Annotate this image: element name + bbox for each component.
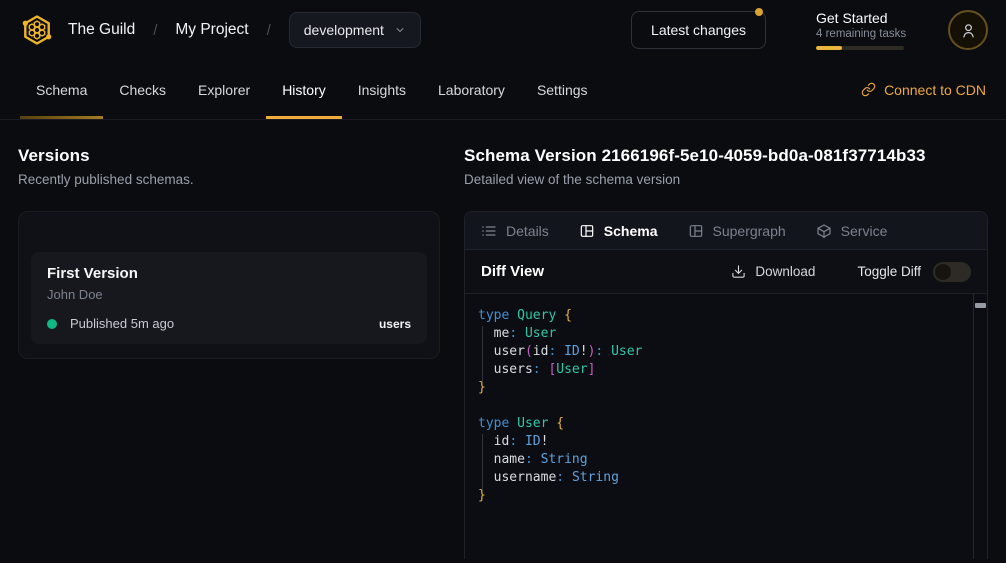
nav-tab-history[interactable]: History (266, 60, 342, 119)
schema-code-viewer[interactable]: type Query { me: User user(id: ID!): Use… (465, 294, 987, 559)
detail-tab-details[interactable]: Details (481, 223, 549, 239)
nav-tab-insights[interactable]: Insights (342, 60, 422, 119)
diff-view-header: Diff View Download Toggle Diff (465, 250, 987, 294)
breadcrumb-separator: / (267, 22, 271, 39)
toggle-diff-label: Toggle Diff (857, 264, 921, 279)
version-detail-panel: Details Schema Supergraph (464, 211, 988, 559)
detail-tab-service[interactable]: Service (816, 223, 888, 239)
version-author: John Doe (47, 287, 411, 302)
breadcrumb-org[interactable]: The Guild (68, 21, 135, 39)
progress-fill (816, 46, 842, 50)
diff-view-title: Diff View (481, 263, 544, 280)
download-button[interactable]: Download (731, 264, 815, 279)
versions-title: Versions (18, 146, 440, 166)
target-selector[interactable]: development (289, 12, 421, 48)
switch-knob (935, 264, 951, 280)
logo-icon[interactable] (20, 13, 54, 47)
nav-tab-explorer[interactable]: Explorer (182, 60, 266, 119)
diff-view-actions: Download Toggle Diff (731, 262, 971, 282)
main-nav: Schema Checks Explorer History Insights … (0, 60, 1006, 120)
download-label: Download (755, 264, 815, 279)
toggle-diff-switch[interactable] (933, 262, 971, 282)
version-status: Published 5m ago (70, 316, 174, 331)
versions-section: Versions Recently published schemas. Fir… (0, 120, 464, 563)
detail-tabs: Details Schema Supergraph (465, 212, 987, 250)
indent-guide (482, 434, 483, 490)
link-icon (861, 82, 876, 97)
detail-tab-schema[interactable]: Schema (579, 223, 658, 239)
nav-tab-checks[interactable]: Checks (103, 60, 182, 119)
versions-subtitle: Recently published schemas. (18, 172, 440, 187)
version-meta: Published 5m ago users (47, 316, 411, 331)
code-scrollbar[interactable] (973, 294, 987, 559)
indent-guide (482, 326, 483, 382)
latest-changes-button[interactable]: Latest changes (631, 11, 766, 49)
target-selector-value: development (304, 22, 384, 38)
list-icon (481, 223, 497, 239)
get-started-widget[interactable]: Get Started 4 remaining tasks (816, 10, 904, 50)
scrollbar-thumb[interactable] (975, 303, 986, 308)
columns-icon (688, 223, 704, 239)
user-menu-button[interactable] (948, 10, 988, 50)
nav-tab-laboratory[interactable]: Laboratory (422, 60, 521, 119)
code-lines: type Query { me: User user(id: ID!): Use… (478, 307, 973, 505)
version-list-item[interactable]: First Version John Doe Published 5m ago … (31, 252, 427, 344)
box-icon (816, 223, 832, 239)
get-started-title: Get Started (816, 10, 904, 26)
main-content: Versions Recently published schemas. Fir… (0, 120, 1006, 563)
get-started-progress (816, 46, 904, 50)
user-icon (960, 22, 977, 39)
connect-to-cdn-link[interactable]: Connect to CDN (861, 60, 986, 119)
detail-tab-supergraph[interactable]: Supergraph (688, 223, 786, 239)
get-started-subtitle: 4 remaining tasks (816, 28, 904, 40)
versions-list: First Version John Doe Published 5m ago … (18, 211, 440, 359)
breadcrumb: The Guild / My Project / development (68, 12, 421, 48)
version-detail-title: Schema Version 2166196f-5e10-4059-bd0a-0… (464, 146, 988, 166)
download-icon (731, 264, 746, 279)
published-dot-icon (47, 319, 57, 329)
columns-icon (579, 223, 595, 239)
nav-tabs: Schema Checks Explorer History Insights … (20, 60, 604, 119)
version-detail-subtitle: Detailed view of the schema version (464, 172, 988, 187)
chevron-down-icon (394, 24, 406, 36)
breadcrumb-separator: / (153, 22, 157, 39)
version-service-badge: users (379, 317, 411, 331)
connect-to-cdn-label: Connect to CDN (884, 82, 986, 98)
version-name: First Version (47, 265, 411, 282)
breadcrumb-project[interactable]: My Project (175, 21, 248, 39)
nav-tab-schema[interactable]: Schema (20, 60, 103, 119)
notification-dot (755, 8, 763, 16)
version-detail-section: Schema Version 2166196f-5e10-4059-bd0a-0… (464, 120, 1006, 563)
latest-changes-label: Latest changes (651, 22, 746, 38)
nav-tab-settings[interactable]: Settings (521, 60, 604, 119)
app-header: The Guild / My Project / development Lat… (0, 0, 1006, 60)
